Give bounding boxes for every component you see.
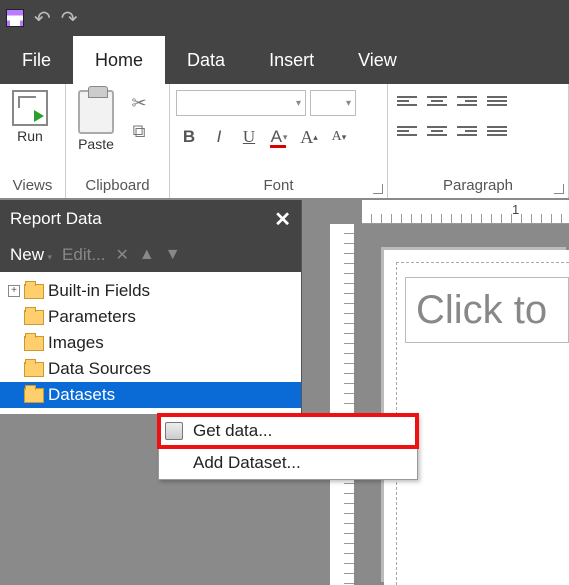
folder-icon — [24, 336, 44, 351]
delete-icon[interactable]: ✕ — [116, 245, 129, 265]
indent-button[interactable] — [484, 120, 510, 142]
panel-titlebar: Report Data ✕ — [0, 200, 301, 238]
chevron-down-icon: ▾ — [45, 252, 52, 262]
align-justify-button[interactable] — [484, 90, 510, 112]
copy-button[interactable]: ⧉ — [126, 118, 152, 144]
valign-bottom-button[interactable] — [454, 120, 480, 142]
folder-icon — [24, 362, 44, 377]
expand-icon[interactable]: + — [8, 285, 20, 297]
ribbon-tabs: File Home Data Insert View — [0, 36, 569, 84]
font-family-combo[interactable]: ▾ — [176, 90, 306, 116]
panel-title: Report Data — [10, 209, 102, 229]
tree: + Built-in Fields Parameters Images Data… — [0, 272, 301, 414]
font-size-combo[interactable]: ▾ — [310, 90, 356, 116]
title-placeholder[interactable]: Click to — [405, 277, 569, 343]
folder-icon — [24, 388, 44, 403]
tree-item-label: Built-in Fields — [48, 281, 150, 301]
align-left-button[interactable] — [394, 90, 420, 112]
move-down-icon[interactable]: ▼ — [165, 246, 181, 264]
tree-item-parameters[interactable]: Parameters — [0, 304, 301, 330]
redo-button[interactable]: ↷ — [61, 6, 78, 31]
clipboard-small-buttons: ✂ ⧉ — [126, 90, 152, 144]
report-data-panel: Report Data ✕ New ▾ Edit... ✕ ▲ ▼ + Buil… — [0, 200, 302, 414]
tab-file[interactable]: File — [0, 36, 73, 84]
run-label: Run — [17, 128, 43, 144]
tree-item-builtin-fields[interactable]: + Built-in Fields — [0, 278, 301, 304]
tab-data[interactable]: Data — [165, 36, 247, 84]
play-icon — [12, 90, 48, 126]
shrink-font-button[interactable]: A▾ — [326, 124, 352, 150]
tab-view[interactable]: View — [336, 36, 419, 84]
menu-item-get-data[interactable]: Get data... — [159, 415, 417, 447]
group-clipboard: Paste ✂ ⧉ Clipboard — [66, 84, 170, 198]
group-font: ▾ ▾ B I U A▾ A▴ A▾ Font — [170, 84, 388, 198]
page-body: Click to — [396, 262, 569, 585]
group-paragraph: Paragraph — [388, 84, 569, 198]
dialog-launcher-icon[interactable] — [554, 184, 564, 194]
dialog-launcher-icon[interactable] — [373, 184, 383, 194]
ribbon: Run Views Paste ✂ ⧉ Clipboard ▾ ▾ B — [0, 84, 569, 200]
move-up-icon[interactable]: ▲ — [139, 246, 155, 264]
group-views: Run Views — [0, 84, 66, 198]
bold-button[interactable]: B — [176, 124, 202, 150]
valign-top-button[interactable] — [394, 120, 420, 142]
align-right-button[interactable] — [454, 90, 480, 112]
align-center-button[interactable] — [424, 90, 450, 112]
folder-icon — [24, 284, 44, 299]
group-views-label: Views — [0, 175, 65, 198]
close-icon[interactable]: ✕ — [274, 207, 291, 232]
context-menu: Get data... Add Dataset... — [158, 414, 418, 480]
design-canvas: 1 Click to — [302, 200, 569, 585]
database-icon — [165, 422, 183, 440]
cut-button[interactable]: ✂ — [126, 90, 152, 116]
run-button[interactable]: Run — [6, 90, 54, 144]
clipboard-icon — [78, 90, 114, 134]
save-icon[interactable] — [6, 9, 24, 27]
tree-item-data-sources[interactable]: Data Sources — [0, 356, 301, 382]
underline-button[interactable]: U — [236, 124, 262, 150]
undo-button[interactable]: ↶ — [34, 6, 51, 31]
new-button[interactable]: New ▾ — [10, 245, 52, 265]
tab-home[interactable]: Home — [73, 36, 165, 84]
tree-item-label: Parameters — [48, 307, 136, 327]
ruler-horizontal: 1 — [362, 200, 569, 224]
menu-item-label: Get data... — [193, 421, 272, 441]
ruler-mark: 1 — [512, 202, 519, 217]
panel-toolbar: New ▾ Edit... ✕ ▲ ▼ — [0, 238, 301, 272]
tree-item-datasets[interactable]: Datasets — [0, 382, 301, 408]
group-clipboard-label: Clipboard — [66, 175, 169, 198]
ruler-vertical — [330, 224, 354, 585]
valign-middle-button[interactable] — [424, 120, 450, 142]
quick-access-toolbar: ↶ ↷ — [0, 0, 569, 36]
tree-item-label: Images — [48, 333, 104, 353]
edit-button: Edit... — [62, 245, 105, 265]
tree-item-images[interactable]: Images — [0, 330, 301, 356]
group-font-label: Font — [170, 175, 387, 198]
tab-insert[interactable]: Insert — [247, 36, 336, 84]
italic-button[interactable]: I — [206, 124, 232, 150]
content-area: Report Data ✕ New ▾ Edit... ✕ ▲ ▼ + Buil… — [0, 200, 569, 585]
paste-button[interactable]: Paste — [72, 90, 120, 152]
menu-item-label: Add Dataset... — [193, 453, 301, 473]
folder-icon — [24, 310, 44, 325]
group-paragraph-label: Paragraph — [388, 175, 568, 198]
font-color-button[interactable]: A▾ — [266, 124, 292, 150]
grow-font-button[interactable]: A▴ — [296, 124, 322, 150]
menu-item-add-dataset[interactable]: Add Dataset... — [159, 447, 417, 479]
paste-label: Paste — [78, 136, 114, 152]
tree-item-label: Data Sources — [48, 359, 151, 379]
tree-item-label: Datasets — [48, 385, 115, 405]
